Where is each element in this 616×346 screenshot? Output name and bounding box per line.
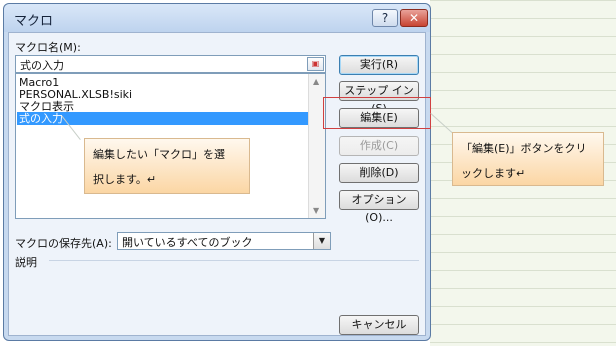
callout-select-macro: 編集したい「マクロ」を選 択します。↵ bbox=[84, 138, 250, 194]
callout-text: 「編集(E)」ボタンをクリ bbox=[461, 142, 587, 155]
delete-button[interactable]: 削除(D) bbox=[339, 163, 419, 183]
store-in-select[interactable]: 開いているすべてのブック ▼ bbox=[117, 232, 331, 250]
edit-button-highlight bbox=[323, 97, 431, 129]
run-button[interactable]: 実行(R) bbox=[339, 55, 419, 75]
callout-text: 択します。↵ bbox=[93, 173, 157, 186]
create-button: 作成(C) bbox=[339, 136, 419, 156]
macro-name-label: マクロ名(M): bbox=[15, 41, 81, 54]
close-button[interactable]: ✕ bbox=[400, 9, 428, 27]
dialog-titlebar: マクロ ? ✕ bbox=[4, 4, 430, 32]
list-scrollbar[interactable]: ▲ ▼ bbox=[308, 74, 325, 218]
scroll-up-icon[interactable]: ▲ bbox=[313, 77, 319, 86]
description-divider bbox=[49, 260, 419, 261]
cancel-button[interactable]: キャンセル bbox=[339, 315, 419, 335]
list-item-selected[interactable]: 式の入力 bbox=[17, 112, 311, 125]
chevron-down-icon[interactable]: ▼ bbox=[313, 233, 330, 249]
store-in-value: 開いているすべてのブック bbox=[122, 236, 253, 249]
description-label: 説明 bbox=[15, 256, 37, 269]
help-button[interactable]: ? bbox=[372, 9, 398, 27]
callout-edit-button: 「編集(E)」ボタンをクリ ックします↵ bbox=[452, 132, 604, 186]
callout-text: ックします↵ bbox=[461, 167, 526, 180]
options-button[interactable]: オプション(O)... bbox=[339, 190, 419, 224]
callout-text: 編集したい「マクロ」を選 bbox=[93, 148, 225, 161]
store-in-label: マクロの保存先(A): bbox=[15, 237, 112, 250]
range-picker-icon[interactable]: ▣ bbox=[307, 57, 324, 71]
scroll-down-icon[interactable]: ▼ bbox=[313, 206, 319, 215]
dialog-title: マクロ bbox=[14, 14, 54, 29]
macro-name-input[interactable]: 式の入力 bbox=[15, 55, 326, 73]
